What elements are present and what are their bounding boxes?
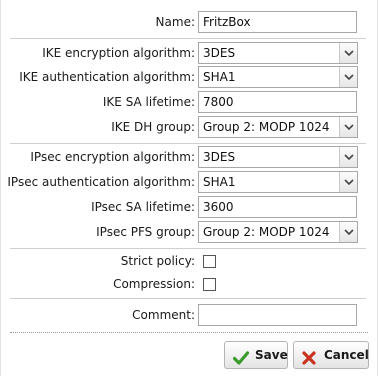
name-input[interactable] <box>198 11 357 33</box>
comment-label: Comment: <box>132 308 195 322</box>
strict-policy-label: Strict policy: <box>120 254 195 268</box>
section-divider <box>10 248 366 249</box>
ipsec-pfs-group-value: Group 2: MODP 1024 <box>203 225 330 239</box>
ike-dh-group-value: Group 2: MODP 1024 <box>203 120 330 134</box>
ipsec-authentication-select[interactable]: SHA1 <box>198 171 358 193</box>
ipsec-sa-lifetime-label: IPsec SA lifetime: <box>91 200 195 214</box>
dialog-left-edge <box>0 0 1 376</box>
comment-input[interactable] <box>198 304 357 326</box>
compression-label: Compression: <box>113 277 195 291</box>
section-divider <box>10 38 366 39</box>
ike-dh-group-select[interactable]: Group 2: MODP 1024 <box>198 116 358 138</box>
compression-checkbox[interactable] <box>203 278 216 291</box>
name-label: Name: <box>155 15 195 29</box>
chevron-down-icon[interactable] <box>339 222 357 242</box>
checkmark-icon <box>232 348 250 374</box>
ipsec-encryption-value: 3DES <box>203 150 236 164</box>
ipsec-authentication-label: IPsec authentication algorithm: <box>7 175 195 189</box>
ike-sa-lifetime-label: IKE SA lifetime: <box>102 95 195 109</box>
chevron-down-icon[interactable] <box>339 67 357 87</box>
ike-authentication-select[interactable]: SHA1 <box>198 66 358 88</box>
section-divider <box>10 298 366 299</box>
save-button-label: Save <box>255 348 288 362</box>
ipsec-sa-lifetime-input[interactable] <box>198 196 357 218</box>
ike-encryption-value: 3DES <box>203 46 236 60</box>
x-icon <box>302 348 316 374</box>
ipsec-authentication-value: SHA1 <box>203 175 236 189</box>
chevron-down-icon[interactable] <box>339 147 357 167</box>
ike-encryption-select[interactable]: 3DES <box>198 42 358 64</box>
cancel-button-label: Cancel <box>324 348 369 362</box>
ike-authentication-label: IKE authentication algorithm: <box>19 70 195 84</box>
footer-divider <box>10 332 368 333</box>
chevron-down-icon[interactable] <box>339 117 357 137</box>
ipsec-encryption-label: IPsec encryption algorithm: <box>30 150 195 164</box>
ipsec-pfs-group-label: IPsec PFS group: <box>96 225 195 239</box>
ike-dh-group-label: IKE DH group: <box>111 120 195 134</box>
section-divider <box>10 143 366 144</box>
save-button[interactable]: Save <box>224 341 288 369</box>
chevron-down-icon[interactable] <box>339 172 357 192</box>
ipsec-encryption-select[interactable]: 3DES <box>198 146 358 168</box>
ipsec-pfs-group-select[interactable]: Group 2: MODP 1024 <box>198 221 358 243</box>
cancel-button[interactable]: Cancel <box>293 341 369 369</box>
strict-policy-checkbox[interactable] <box>203 255 216 268</box>
chevron-down-icon[interactable] <box>339 43 357 63</box>
ike-authentication-value: SHA1 <box>203 70 236 84</box>
ike-encryption-label: IKE encryption algorithm: <box>42 46 195 60</box>
ike-sa-lifetime-input[interactable] <box>198 91 357 113</box>
